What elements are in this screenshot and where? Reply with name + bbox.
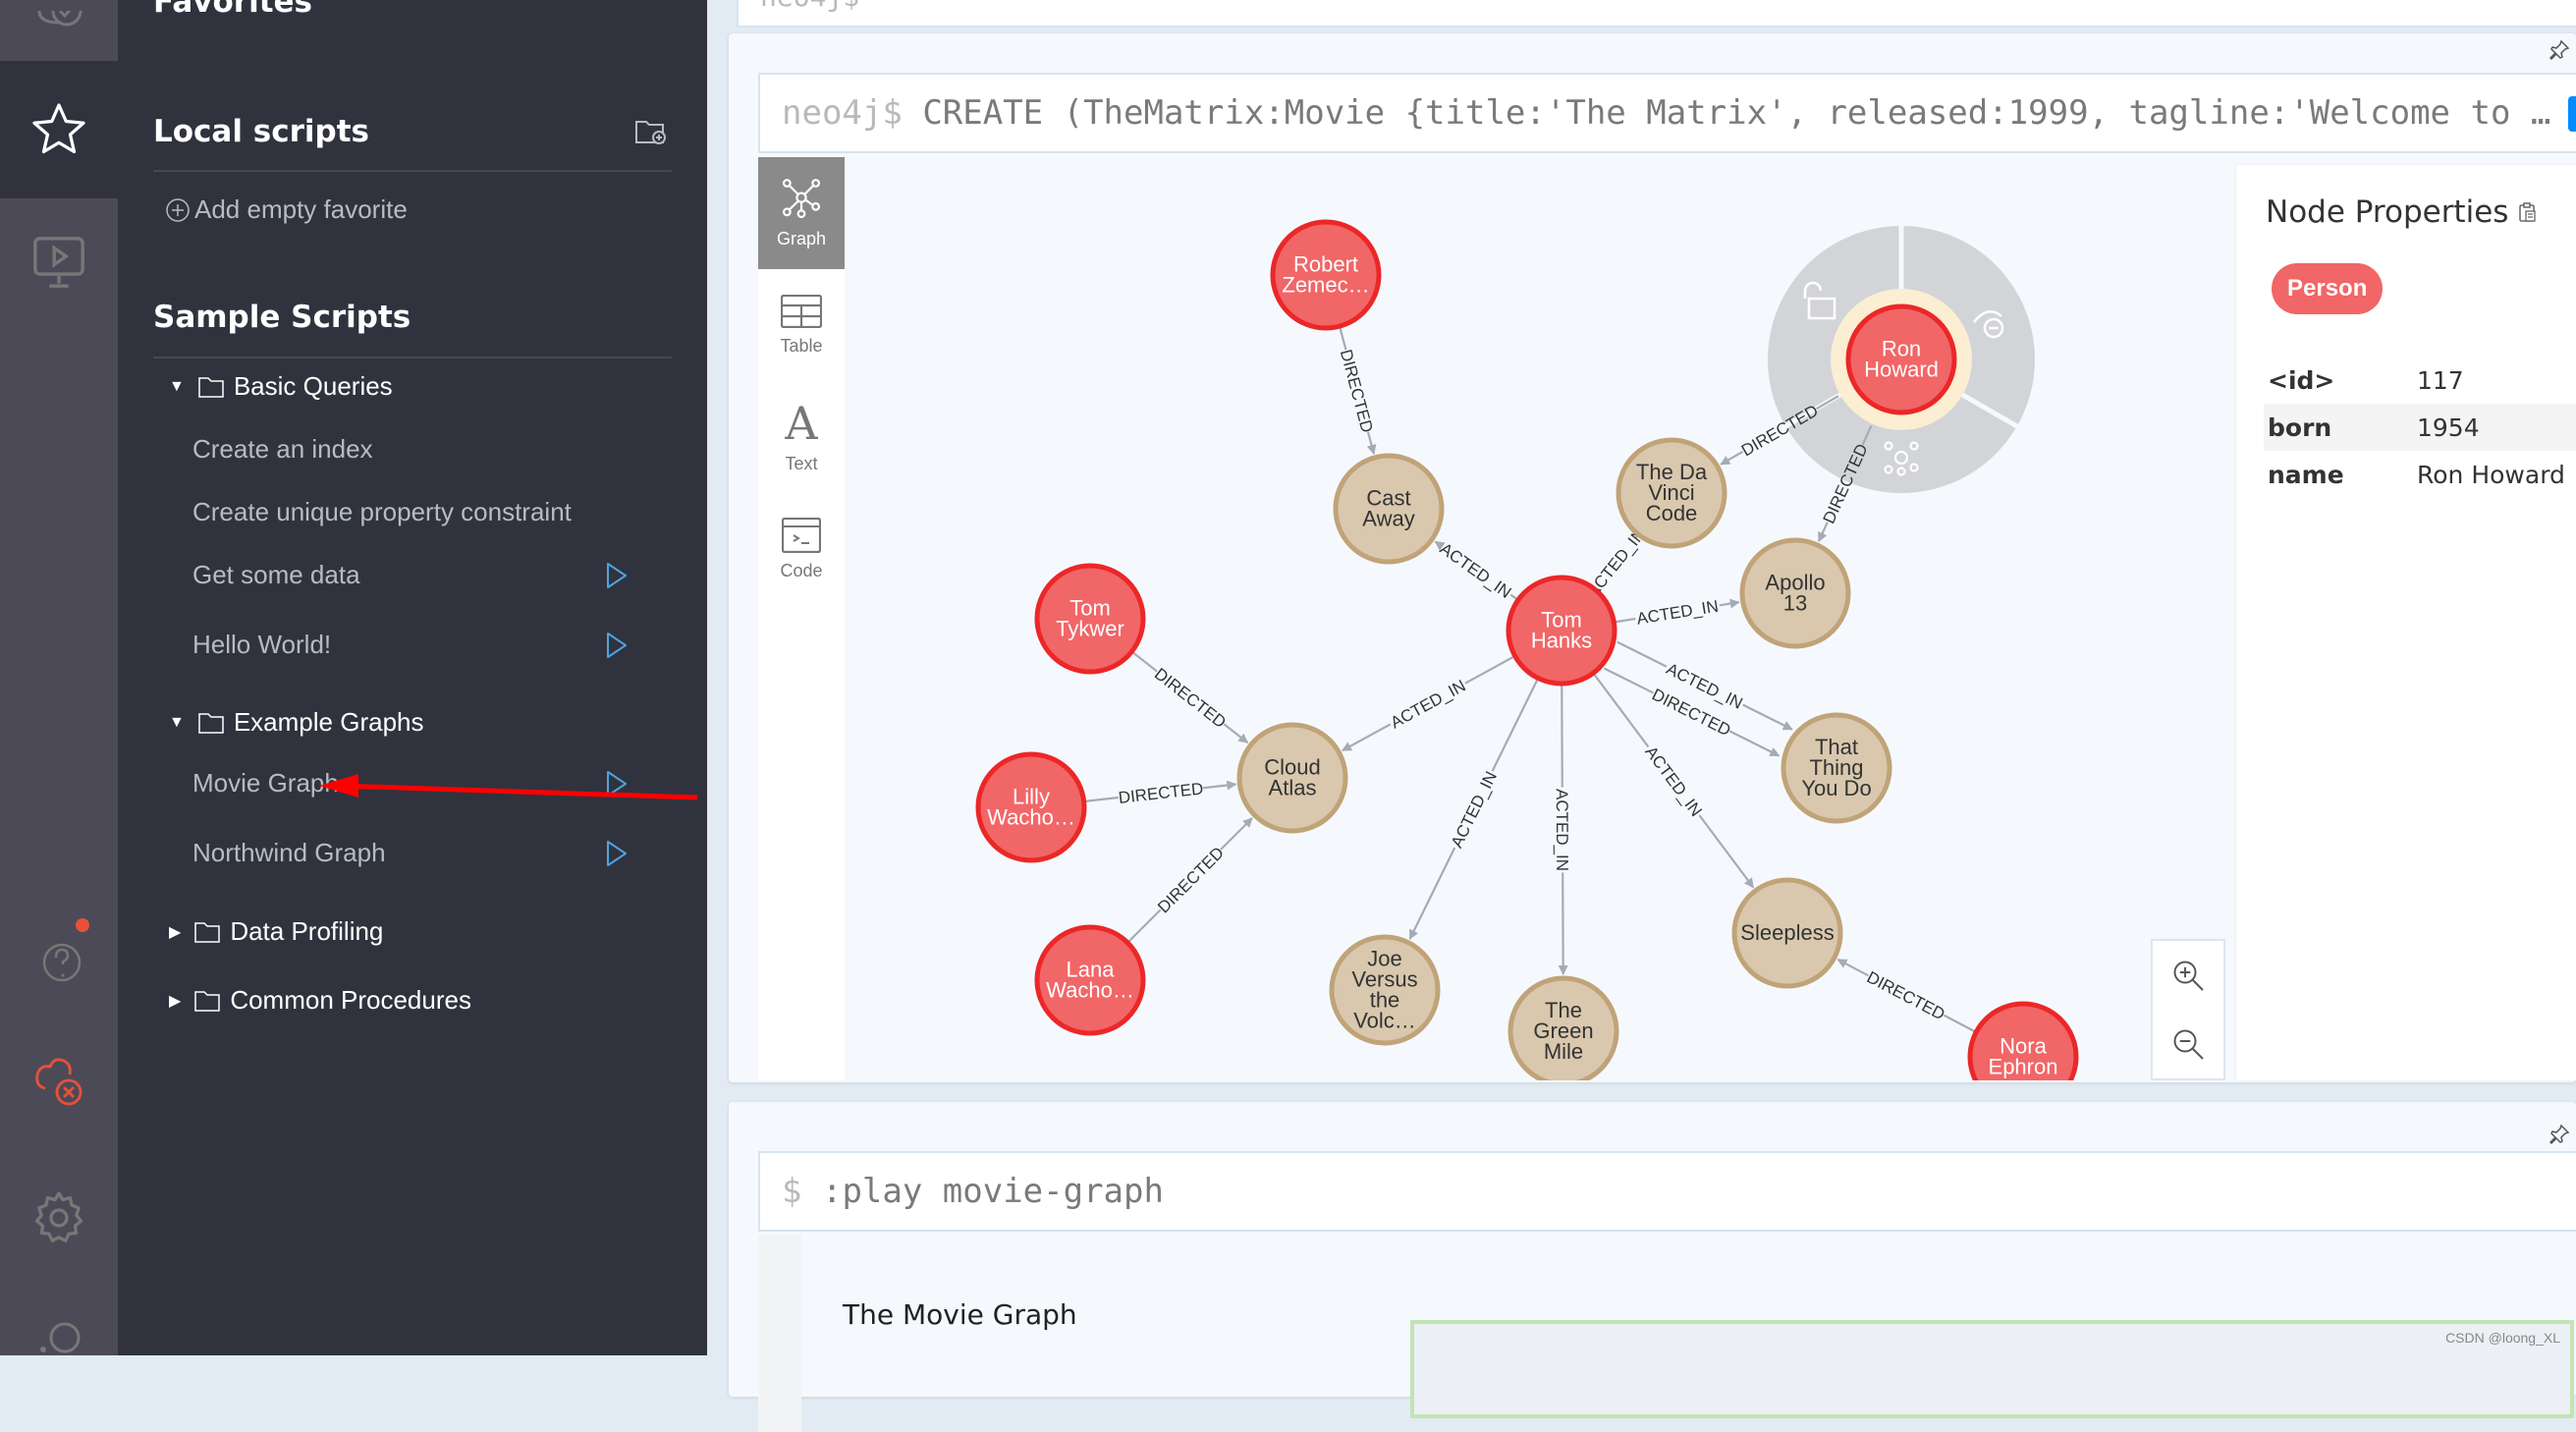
result-body: Graph Table A Text Code DIRECTED ACTED_I… <box>729 157 2576 1080</box>
graph-node-thatthing[interactable]: ThatThingYou Do <box>1781 712 1892 824</box>
guide-code-block[interactable] <box>1410 1320 2574 1418</box>
node-caption: Away <box>1362 507 1414 531</box>
relationship-label: ACTED_IN <box>1388 676 1469 732</box>
watermark: CSDN @loong_XL <box>2445 1330 2560 1346</box>
graph-node-tomhanks[interactable]: TomHanks <box>1506 575 1617 687</box>
graph-node-cloudatlas[interactable]: CloudAtlas <box>1236 722 1348 834</box>
tab-code[interactable]: Code <box>758 493 845 605</box>
relationship-label: ACTED_IN <box>1635 597 1720 629</box>
favorites-drawer: Favorites Local scripts Add empty favori… <box>118 0 707 1355</box>
node-caption: Hanks <box>1531 629 1592 653</box>
graph-node-sleepless[interactable]: Sleepless <box>1731 877 1843 989</box>
result-frame: neo4j$ CREATE (TheMatrix:Movie {title:'T… <box>729 33 2576 1082</box>
node-caption: Howard <box>1864 358 1939 382</box>
node-properties-title: Node Properties <box>2266 194 2538 230</box>
text-icon: A <box>785 396 818 450</box>
node-caption: Volc… <box>1353 1009 1416 1033</box>
run-indicator <box>2568 96 2576 132</box>
cloud-disconnected-icon[interactable] <box>0 1021 118 1139</box>
relationship-directed[interactable]: DIRECTED <box>1085 779 1237 807</box>
graph-node-greenmile[interactable]: TheGreenMile <box>1507 975 1619 1080</box>
copy-clipboard-icon[interactable] <box>2518 201 2538 223</box>
relationship-directed[interactable]: DIRECTED <box>1127 817 1253 943</box>
pin-icon[interactable] <box>2549 1124 2570 1150</box>
graph-node-joe[interactable]: JoeVersustheVolc… <box>1329 934 1441 1046</box>
relationship-label: DIRECTED <box>1337 348 1377 435</box>
view-tabs: Graph Table A Text Code <box>758 157 845 1080</box>
frame-query-editor[interactable]: neo4j$ CREATE (TheMatrix:Movie {title:'T… <box>758 73 2576 153</box>
zoom-controls <box>2151 939 2225 1080</box>
relationship-directed[interactable]: DIRECTED <box>1337 327 1377 455</box>
node-caption: Sleepless <box>1740 920 1834 945</box>
activity-bar <box>0 0 118 1355</box>
graph-node-castaway[interactable]: CastAway <box>1333 453 1445 565</box>
relationship-directed[interactable]: DIRECTED <box>1836 958 1975 1032</box>
property-row: born 1954 <box>2264 404 2576 451</box>
graph-node-ronhoward[interactable]: RonHoward <box>1845 303 1957 415</box>
settings-gear-icon[interactable] <box>0 1159 118 1277</box>
relationship-acted-in[interactable]: ACTED_IN <box>1553 685 1571 976</box>
relationship-label: ACTED_IN <box>1437 539 1515 602</box>
graph-node-davinci[interactable]: The DaVinciCode <box>1616 437 1727 549</box>
relationship-acted-in[interactable]: ACTED_IN <box>1341 655 1514 752</box>
graph-icon <box>782 178 821 218</box>
relationship-label: ACTED_IN <box>1641 743 1706 820</box>
main-editor[interactable]: neo4j$ <box>737 0 2576 28</box>
tab-graph[interactable]: Graph <box>758 157 845 269</box>
property-row: name Ron Howard <box>2268 460 2565 489</box>
tab-table[interactable]: Table <box>758 269 845 381</box>
relationship-label: DIRECTED <box>1864 967 1948 1023</box>
graph-node-tykwer[interactable]: TomTykwer <box>1034 563 1146 675</box>
table-icon <box>781 294 822 328</box>
relationship-acted-in[interactable]: ACTED_IN <box>1408 679 1539 940</box>
guide-heading: The Movie Graph <box>843 1298 1077 1331</box>
node-properties-panel: Node Properties Person <id> 117 born 1954 … <box>2236 165 2576 1080</box>
property-row: <id> 117 <box>2268 365 2464 395</box>
relationship-label: ACTED_IN <box>1448 768 1501 851</box>
node-caption: Zemec… <box>1282 273 1369 298</box>
zoom-out-icon[interactable] <box>2170 1026 2206 1062</box>
node-caption: 13 <box>1783 591 1807 616</box>
label-badge-person[interactable]: Person <box>2272 263 2384 314</box>
graph-node-apollo[interactable]: Apollo13 <box>1739 537 1851 649</box>
node-caption: Tykwer <box>1056 617 1124 641</box>
graph-svg[interactable]: DIRECTED ACTED_IN ACTED_IN ACTED_IN ACTED_IN… <box>845 157 2210 1080</box>
about-icon[interactable] <box>0 1306 118 1355</box>
graph-node-lana[interactable]: LanaWacho… <box>1034 924 1146 1036</box>
zoom-in-icon[interactable] <box>2170 958 2206 993</box>
relationship-label: DIRECTED <box>1151 664 1230 732</box>
guides-play-icon[interactable] <box>0 198 118 326</box>
node-caption: You Do <box>1801 776 1871 800</box>
relationship-directed[interactable]: DIRECTED <box>1132 651 1249 744</box>
pin-icon[interactable] <box>2549 39 2570 66</box>
graph-canvas[interactable]: DIRECTED ACTED_IN ACTED_IN ACTED_IN ACTED_IN… <box>845 157 2210 1080</box>
favorites-star-icon[interactable] <box>0 61 118 198</box>
node-caption: Wacho… <box>1046 978 1134 1003</box>
node-caption: Mile <box>1544 1039 1583 1064</box>
node-caption: Wacho… <box>987 805 1075 830</box>
tab-text[interactable]: A Text <box>758 381 845 493</box>
guide-command-editor[interactable]: $ :play movie-graph <box>758 1151 2576 1232</box>
help-icon[interactable] <box>0 884 118 1002</box>
database-icon[interactable] <box>0 0 118 61</box>
graph-node-robert[interactable]: RobertZemec… <box>1270 219 1382 331</box>
node-caption: Code <box>1646 501 1698 525</box>
guide-carousel-left[interactable] <box>758 1236 801 1432</box>
graph-node-nora[interactable]: NoraEphron <box>1967 1001 2079 1080</box>
code-icon <box>782 517 821 553</box>
relationship-acted-in[interactable]: ACTED_IN <box>1434 539 1517 602</box>
node-caption: Atlas <box>1269 776 1317 800</box>
guide-frame: $ :play movie-graph The Movie Graph CSDN… <box>729 1102 2576 1432</box>
relationship-label: DIRECTED <box>1154 844 1228 917</box>
relationship-label: DIRECTED <box>1118 779 1204 807</box>
node-caption: Ephron <box>1989 1055 2058 1079</box>
relationship-label: ACTED_IN <box>1553 789 1571 871</box>
graph-node-lilly[interactable]: LillyWacho… <box>975 751 1087 863</box>
main-stream: neo4j$ neo4j$ CREATE (TheMatrix:Movie {t… <box>707 0 2576 1432</box>
annotation-arrow <box>319 774 698 800</box>
relationship-acted-in[interactable]: ACTED_IN <box>1616 597 1740 629</box>
